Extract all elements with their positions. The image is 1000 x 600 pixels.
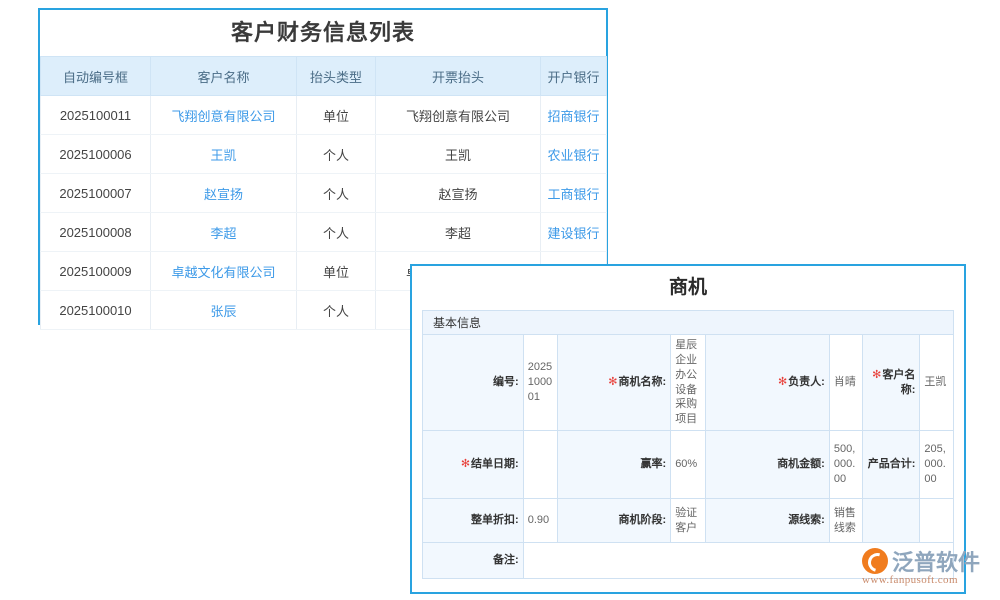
cell-customer-name-link[interactable]: 赵宣扬 bbox=[151, 174, 297, 213]
label-source-lead: 源线索: bbox=[705, 499, 829, 543]
table-header-row: 自动编号框 客户名称 抬头类型 开票抬头 开户银行 bbox=[41, 57, 607, 96]
label-owner: ✻负责人: bbox=[705, 335, 829, 431]
value-code[interactable]: 2025100001 bbox=[523, 335, 558, 431]
value-product-total[interactable]: 205,000.00 bbox=[920, 431, 954, 499]
value-discount[interactable]: 0.90 bbox=[523, 499, 558, 543]
value-empty[interactable] bbox=[920, 499, 954, 543]
detail-row: 整单折扣: 0.90 商机阶段: 验证客户 源线索: 销售线索 bbox=[423, 499, 954, 543]
required-marker-icon: ✻ bbox=[872, 369, 881, 381]
cell-customer-name-link[interactable]: 飞翔创意有限公司 bbox=[151, 96, 297, 135]
cell-bank-link[interactable]: 工商银行 bbox=[541, 174, 607, 213]
label-empty bbox=[863, 499, 920, 543]
cell-title-type: 单位 bbox=[297, 252, 376, 291]
label-stage: 商机阶段: bbox=[558, 499, 671, 543]
required-marker-icon: ✻ bbox=[778, 376, 787, 388]
cell-invoice-title: 王凯 bbox=[376, 135, 541, 174]
opportunity-basic-info-table: 编号: 2025100001 ✻商机名称: 星辰企业办公设备采购项目 ✻负责人:… bbox=[422, 334, 954, 579]
cell-bank-link[interactable]: 农业银行 bbox=[541, 135, 607, 174]
table-row[interactable]: 2025100006 王凯 个人 王凯 农业银行 bbox=[41, 135, 607, 174]
column-header-customer-name[interactable]: 客户名称 bbox=[151, 57, 297, 96]
cell-customer-name-link[interactable]: 李超 bbox=[151, 213, 297, 252]
detail-row: ✻结单日期: 赢率: 60% 商机金额: 500,000.00 产品合计: 20… bbox=[423, 431, 954, 499]
cell-auto-code: 2025100007 bbox=[41, 174, 151, 213]
cell-auto-code: 2025100008 bbox=[41, 213, 151, 252]
table-row[interactable]: 2025100007 赵宣扬 个人 赵宣扬 工商银行 bbox=[41, 174, 607, 213]
cell-invoice-title: 赵宣扬 bbox=[376, 174, 541, 213]
value-source-lead[interactable]: 销售线索 bbox=[829, 499, 863, 543]
value-customer-name[interactable]: 王凯 bbox=[920, 335, 954, 431]
value-win-rate[interactable]: 60% bbox=[671, 431, 706, 499]
label-close-date: ✻结单日期: bbox=[423, 431, 524, 499]
cell-title-type: 个人 bbox=[297, 135, 376, 174]
cell-customer-name-link[interactable]: 张辰 bbox=[151, 291, 297, 330]
column-header-auto-code[interactable]: 自动编号框 bbox=[41, 57, 151, 96]
cell-title-type: 个人 bbox=[297, 213, 376, 252]
detail-row: 编号: 2025100001 ✻商机名称: 星辰企业办公设备采购项目 ✻负责人:… bbox=[423, 335, 954, 431]
label-product-total: 产品合计: bbox=[863, 431, 920, 499]
cell-title-type: 个人 bbox=[297, 291, 376, 330]
table-row[interactable]: 2025100011 飞翔创意有限公司 单位 飞翔创意有限公司 招商银行 bbox=[41, 96, 607, 135]
value-stage[interactable]: 验证客户 bbox=[671, 499, 706, 543]
label-discount: 整单折扣: bbox=[423, 499, 524, 543]
cell-invoice-title: 飞翔创意有限公司 bbox=[376, 96, 541, 135]
cell-auto-code: 2025100010 bbox=[41, 291, 151, 330]
label-amount: 商机金额: bbox=[705, 431, 829, 499]
detail-row: 备注: bbox=[423, 543, 954, 579]
cell-auto-code: 2025100006 bbox=[41, 135, 151, 174]
screen-root: 客户财务信息列表 自动编号框 客户名称 抬头类型 开票抬头 开户银行 20251… bbox=[0, 0, 1000, 600]
required-marker-icon: ✻ bbox=[461, 458, 470, 470]
cell-auto-code: 2025100011 bbox=[41, 96, 151, 135]
label-remark: 备注: bbox=[423, 543, 524, 579]
cell-title-type: 个人 bbox=[297, 174, 376, 213]
column-header-invoice-title[interactable]: 开票抬头 bbox=[376, 57, 541, 96]
label-opportunity-name: ✻商机名称: bbox=[558, 335, 671, 431]
cell-customer-name-link[interactable]: 王凯 bbox=[151, 135, 297, 174]
page-title: 客户财务信息列表 bbox=[40, 10, 606, 56]
cell-bank-link[interactable]: 建设银行 bbox=[541, 213, 607, 252]
section-header-basic-info: 基本信息 bbox=[422, 310, 954, 334]
table-row[interactable]: 2025100008 李超 个人 李超 建设银行 bbox=[41, 213, 607, 252]
label-code: 编号: bbox=[423, 335, 524, 431]
value-amount[interactable]: 500,000.00 bbox=[829, 431, 863, 499]
required-marker-icon: ✻ bbox=[608, 376, 617, 388]
value-remark[interactable] bbox=[523, 543, 953, 579]
label-customer-name: ✻客户名称: bbox=[863, 335, 920, 431]
label-win-rate: 赢率: bbox=[558, 431, 671, 499]
value-opportunity-name[interactable]: 星辰企业办公设备采购项目 bbox=[671, 335, 706, 431]
cell-title-type: 单位 bbox=[297, 96, 376, 135]
column-header-title-type[interactable]: 抬头类型 bbox=[297, 57, 376, 96]
value-close-date[interactable] bbox=[523, 431, 558, 499]
cell-auto-code: 2025100009 bbox=[41, 252, 151, 291]
column-header-bank[interactable]: 开户银行 bbox=[541, 57, 607, 96]
opportunity-detail-dialog: 商机 基本信息 编号: 2025100001 ✻商机名称: 星辰企业办公设备采购… bbox=[410, 264, 966, 594]
dialog-title: 商机 bbox=[412, 266, 964, 310]
cell-invoice-title: 李超 bbox=[376, 213, 541, 252]
cell-bank-link[interactable]: 招商银行 bbox=[541, 96, 607, 135]
cell-customer-name-link[interactable]: 卓越文化有限公司 bbox=[151, 252, 297, 291]
value-owner[interactable]: 肖晴 bbox=[829, 335, 863, 431]
